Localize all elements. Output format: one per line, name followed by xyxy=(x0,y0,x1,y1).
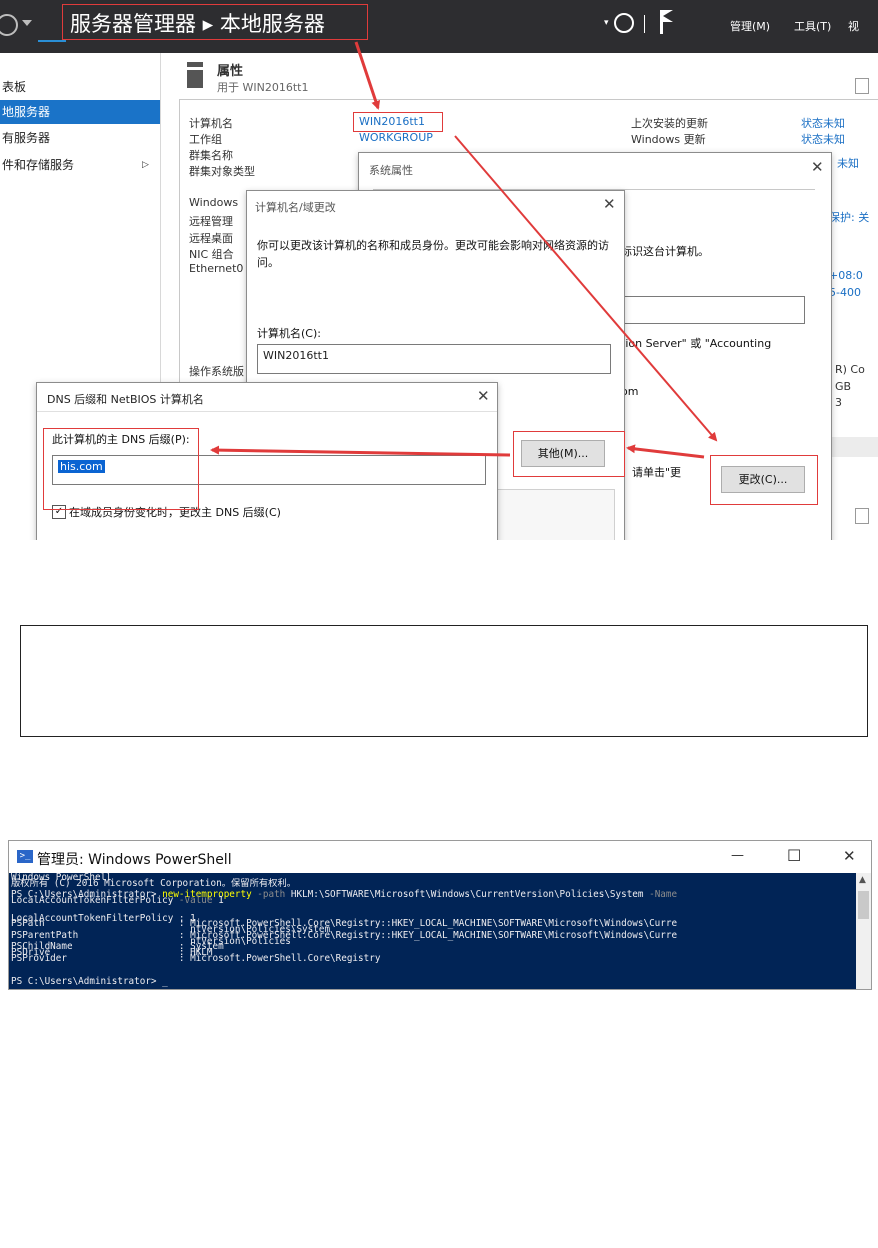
powershell-console[interactable]: Windows PowerShell 版权所有 (C) 2016 Microsof… xyxy=(9,873,856,989)
console-line: PS C:\Users\Administrator> _ xyxy=(11,976,168,988)
close-button[interactable]: ✕ xyxy=(843,847,856,865)
maximize-button[interactable]: ☐ xyxy=(787,846,801,865)
scroll-thumb[interactable] xyxy=(858,891,869,919)
arrow-to-computer-name xyxy=(354,41,381,110)
console-line: LocalAccountTokenFilterPolicy -Value 1 xyxy=(11,895,224,907)
server-manager-screenshot: 服务器管理器 ▸ 本地服务器 ▾ 管理(M) 工具(T) 视 表板 地服务器 有… xyxy=(0,0,878,540)
powershell-scrollbar[interactable]: ▲ xyxy=(856,873,871,989)
powershell-title: 管理员: Windows PowerShell xyxy=(37,852,232,868)
minimize-button[interactable]: — xyxy=(731,848,744,863)
powershell-window: >_ 管理员: Windows PowerShell — ☐ ✕ Windows… xyxy=(8,840,872,990)
arrow-to-dns-suffix xyxy=(210,445,511,457)
powershell-icon: >_ xyxy=(17,850,33,863)
powershell-titlebar: >_ 管理员: Windows PowerShell — ☐ ✕ xyxy=(9,841,871,873)
annotation-arrows xyxy=(210,41,718,459)
empty-box xyxy=(20,625,868,737)
arrow-to-other-button xyxy=(626,444,705,459)
console-line: PSProvider : Microsoft.PowerShell.Core\R… xyxy=(11,953,381,965)
console-line: 版权所有 (C) 2016 Microsoft Corporation。保留所有… xyxy=(11,877,297,889)
scroll-up-arrow-icon[interactable]: ▲ xyxy=(859,875,866,885)
arrow-to-change-button xyxy=(454,135,718,442)
